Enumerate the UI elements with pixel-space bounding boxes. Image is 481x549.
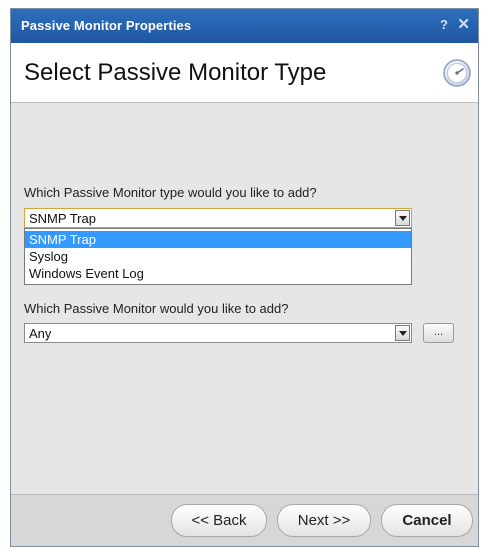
- back-button[interactable]: << Back: [171, 504, 267, 537]
- chevron-down-icon: [399, 331, 407, 336]
- passive-monitor-dropdown-button[interactable]: [395, 325, 410, 341]
- monitor-type-value: SNMP Trap: [29, 211, 96, 226]
- passive-monitor-select[interactable]: Any: [24, 323, 412, 343]
- passive-monitor-question: Which Passive Monitor would you like to …: [24, 301, 289, 316]
- monitor-type-question: Which Passive Monitor type would you lik…: [24, 185, 317, 200]
- page-title: Select Passive Monitor Type: [24, 59, 327, 86]
- cancel-button[interactable]: Cancel: [381, 504, 473, 537]
- monitor-type-dropdown-list: SNMP Trap Syslog Windows Event Log: [24, 228, 412, 285]
- next-button[interactable]: Next >>: [277, 504, 371, 537]
- chevron-down-icon: [399, 216, 407, 221]
- dropdown-option-syslog[interactable]: Syslog: [25, 248, 411, 265]
- monitor-type-select[interactable]: SNMP Trap: [24, 208, 412, 228]
- passive-monitor-value: Any: [29, 326, 52, 341]
- monitor-type-dropdown-button[interactable]: [395, 210, 410, 226]
- gauge-icon: [443, 59, 471, 87]
- dropdown-option-windows-event-log[interactable]: Windows Event Log: [25, 265, 411, 282]
- dropdown-option-snmp-trap[interactable]: SNMP Trap: [25, 231, 411, 248]
- close-icon[interactable]: ✕: [457, 15, 470, 33]
- dialog-footer: << Back Next >> Cancel: [11, 494, 478, 546]
- page-header: Select Passive Monitor Type: [11, 43, 478, 103]
- window-title: Passive Monitor Properties: [21, 18, 192, 33]
- passive-monitor-properties-dialog: Passive Monitor Properties ? ✕ Select Pa…: [10, 8, 479, 547]
- browse-button[interactable]: ...: [423, 323, 454, 343]
- help-icon[interactable]: ?: [440, 17, 448, 32]
- title-bar: Passive Monitor Properties ? ✕: [11, 9, 478, 43]
